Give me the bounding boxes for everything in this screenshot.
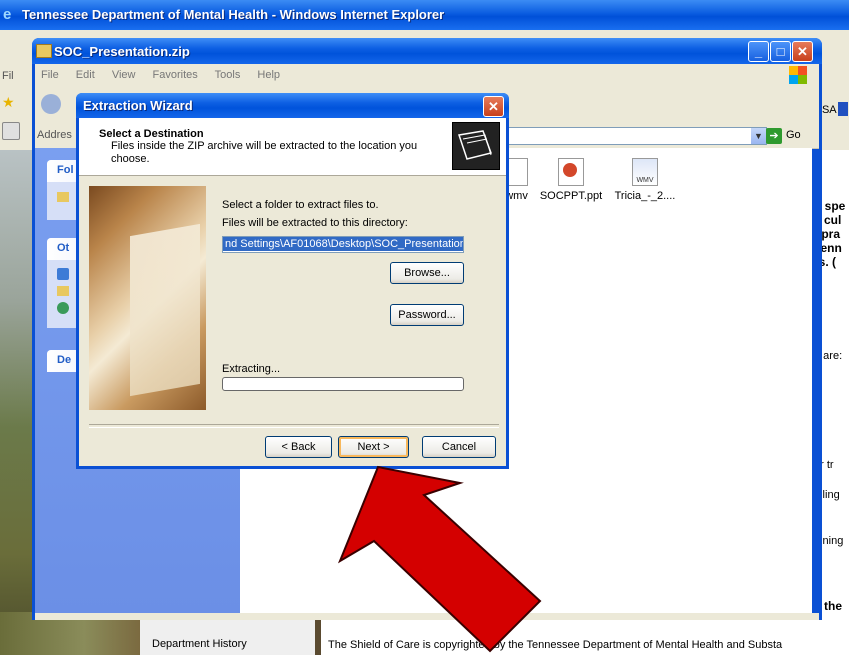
menu-favorites[interactable]: Favorites xyxy=(153,69,198,81)
select-folder-text: Select a folder to extract files to. xyxy=(222,199,379,211)
minimize-button[interactable]: _ xyxy=(748,41,769,62)
nav-link-department-history[interactable]: Department History xyxy=(152,638,247,650)
wizard-side-image-paper xyxy=(130,223,200,397)
extract-icon[interactable] xyxy=(57,192,69,202)
destination-path-value: nd Settings\AF01068\Desktop\SOC_Presenta… xyxy=(223,237,463,251)
browse-button[interactable]: Browse... xyxy=(390,262,464,284)
ie-logo-icon: e xyxy=(3,6,12,23)
close-button[interactable]: ✕ xyxy=(792,41,813,62)
wizard-separator xyxy=(89,424,499,428)
menu-view[interactable]: View xyxy=(112,69,136,81)
network-icon[interactable] xyxy=(57,302,69,314)
ie-page-background-image xyxy=(0,150,34,655)
wizard-step-title: Select a Destination xyxy=(99,128,204,140)
zip-window-title: SOC_Presentation.zip xyxy=(54,44,190,59)
menu-edit[interactable]: Edit xyxy=(76,69,95,81)
wmv-file-icon: WMV xyxy=(632,158,658,186)
back-button[interactable]: < Back xyxy=(265,436,332,458)
file-item[interactable]: WMV Tricia_-_2.... xyxy=(610,158,680,202)
arrow-shape xyxy=(337,465,542,653)
zip-window-title-bar: SOC_Presentation.zip _ □ ✕ xyxy=(32,38,822,64)
menu-file[interactable]: File xyxy=(41,69,59,81)
go-button[interactable]: ➔ Go xyxy=(766,127,806,145)
maximize-button[interactable]: □ xyxy=(770,41,791,62)
file-name: Tricia_-_2.... xyxy=(614,190,676,202)
tab-icon[interactable] xyxy=(2,122,20,140)
back-icon[interactable] xyxy=(41,94,61,114)
folder-icon[interactable] xyxy=(57,286,69,296)
red-arrow-annotation xyxy=(337,465,542,653)
address-label: Addres xyxy=(37,129,72,141)
ie-title-bar: e Tennessee Department of Mental Health … xyxy=(0,0,849,30)
password-button[interactable]: Password... xyxy=(390,304,464,326)
wizard-title: Extraction Wizard xyxy=(83,98,193,113)
destination-path-input[interactable]: nd Settings\AF01068\Desktop\SOC_Presenta… xyxy=(222,236,464,253)
desktop-icon[interactable] xyxy=(57,268,69,280)
wmv-badge: WMV xyxy=(636,177,654,184)
wizard-step-subtitle: Files inside the ZIP archive will be ext… xyxy=(111,140,418,165)
file-item[interactable]: SOCPPT.ppt xyxy=(536,158,606,202)
menu-help[interactable]: Help xyxy=(257,69,280,81)
file-name: SOCPPT.ppt xyxy=(539,190,603,202)
directory-label: Files will be extracted to this director… xyxy=(222,217,408,229)
extraction-progress-bar xyxy=(222,377,464,391)
go-label: Go xyxy=(786,129,801,141)
zip-menu-bar: File Edit View Favorites Tools Help xyxy=(35,64,819,86)
toolbar-button-icon[interactable] xyxy=(838,102,848,116)
go-arrow-icon: ➔ xyxy=(766,128,782,144)
ie-menu-fragment[interactable]: Fil xyxy=(2,70,14,82)
zip-folder-icon xyxy=(36,44,52,58)
ie-window-title: Tennessee Department of Mental Health - … xyxy=(22,7,445,22)
wizard-title-bar: Extraction Wizard ✕ xyxy=(76,93,509,118)
wizard-close-button[interactable]: ✕ xyxy=(483,96,504,117)
zip-folder-graphic-icon xyxy=(452,122,500,170)
favorites-star-icon[interactable]: ★ xyxy=(2,95,16,109)
wizard-header: Select a Destination Files inside the ZI… xyxy=(79,118,506,176)
chevron-down-icon[interactable]: ▼ xyxy=(751,128,766,144)
extracting-label: Extracting... xyxy=(222,363,281,375)
windows-logo-icon xyxy=(789,66,807,84)
menu-tools[interactable]: Tools xyxy=(215,69,241,81)
powerpoint-file-icon xyxy=(558,158,584,186)
